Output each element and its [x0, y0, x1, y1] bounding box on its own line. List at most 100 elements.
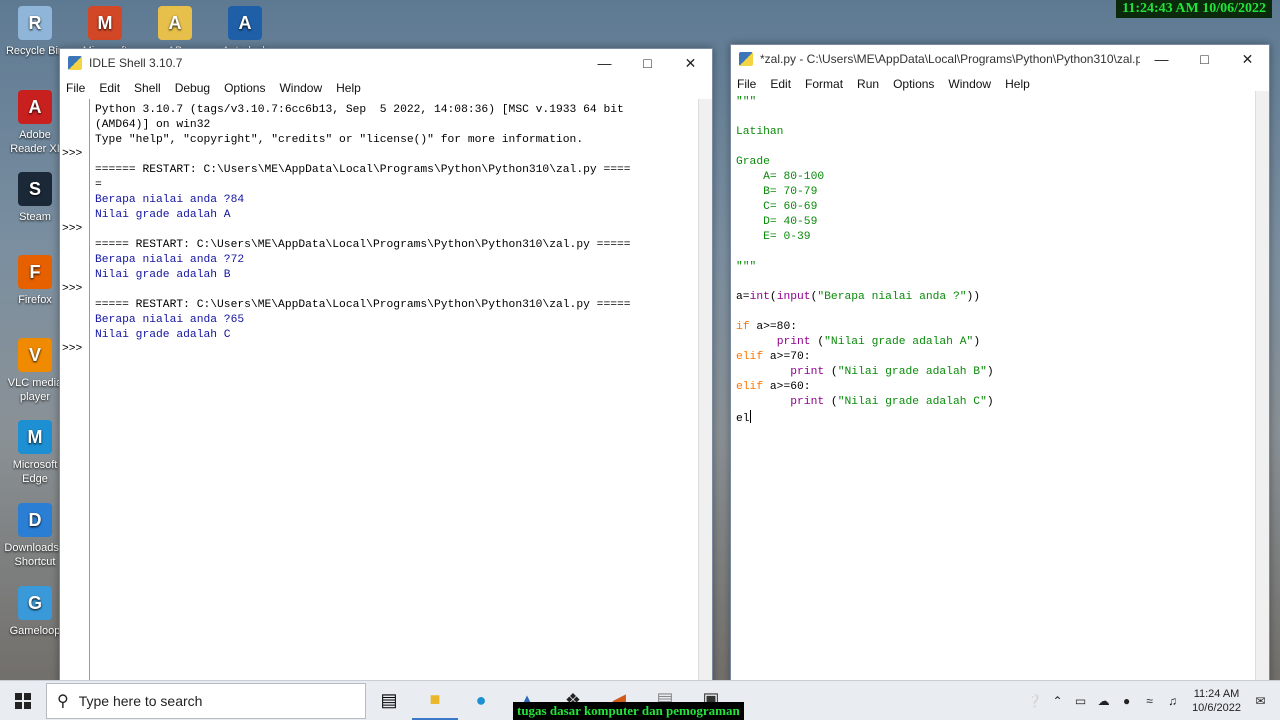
- adobe-reader-icon: A: [18, 90, 52, 124]
- maximize-icon[interactable]: □: [626, 49, 669, 77]
- taskbar-search[interactable]: ⚲ Type here to search: [46, 682, 366, 719]
- editor-titlebar[interactable]: *zal.py - C:\Users\ME\AppData\Local\Prog…: [731, 45, 1269, 73]
- code-token: B= 70-79: [736, 186, 818, 198]
- code-token: elif: [736, 351, 764, 363]
- editor-menu-help[interactable]: Help: [1005, 77, 1030, 91]
- editor-menu-edit[interactable]: Edit: [770, 77, 791, 91]
- idle-shell-window[interactable]: IDLE Shell 3.10.7 — □ ✕ File Edit Shell Deb…: [59, 48, 713, 688]
- shell-menu-edit[interactable]: Edit: [99, 81, 120, 95]
- autodesk-icon: A: [228, 6, 262, 40]
- code-token: """: [736, 261, 757, 273]
- shell-menu-help[interactable]: Help: [336, 81, 361, 95]
- gameloop-icon: G: [18, 586, 52, 620]
- code-token: el: [736, 413, 750, 425]
- wifi-icon[interactable]: ≈: [1138, 694, 1161, 708]
- editor-menu-format[interactable]: Format: [805, 77, 843, 91]
- code-line: print ("Nilai grade adalah C"): [736, 395, 993, 410]
- edge-icon: M: [18, 420, 52, 454]
- shell-menu-shell[interactable]: Shell: [134, 81, 161, 95]
- notification-icon[interactable]: ✉: [1249, 694, 1272, 708]
- code-token: a=: [736, 291, 750, 303]
- shell-line: Nilai grade adalah A: [95, 209, 231, 221]
- start-button[interactable]: [0, 681, 46, 720]
- network-device-icon[interactable]: ▭: [1069, 694, 1092, 708]
- microsoft-powerpoint-icon: M: [88, 6, 122, 40]
- shell-line: Python 3.10.7 (tags/v3.10.7:6cc6b13, Sep…: [95, 104, 624, 116]
- shell-line: ====== RESTART: C:\Users\ME\AppData\Loca…: [95, 164, 631, 176]
- task-view-icon[interactable]: ▤: [366, 681, 412, 720]
- code-line: Latihan: [736, 125, 994, 140]
- shell-line: Type "help", "copyright", "credits" or "…: [95, 134, 584, 146]
- editor-code[interactable]: """ Latihan Grade A= 80-100 B= 70-79 C= …: [736, 95, 994, 427]
- vlc-icon: V: [18, 338, 52, 372]
- code-token: ): [973, 336, 981, 348]
- system-tray: ❔ ⌃ ▭ ☁ ● ≈ ♫ 11:24 AM 10/6/2022 ✉: [1023, 687, 1280, 715]
- shell-title: IDLE Shell 3.10.7: [89, 56, 183, 70]
- editor-code-area[interactable]: """ Latihan Grade A= 80-100 B= 70-79 C= …: [731, 91, 1269, 683]
- shell-menu-window[interactable]: Window: [279, 81, 322, 95]
- code-token: print: [790, 396, 825, 408]
- editor-scrollbar[interactable]: [1255, 91, 1269, 683]
- shell-line: Nilai grade adalah B: [95, 269, 231, 281]
- code-line: if a>=80:: [736, 320, 994, 335]
- shell-line: Berapa nialai anda ?84: [95, 194, 245, 206]
- maximize-icon[interactable]: □: [1183, 45, 1226, 73]
- code-line: B= 70-79: [736, 185, 994, 200]
- shell-titlebar[interactable]: IDLE Shell 3.10.7 — □ ✕: [60, 49, 712, 77]
- overlay-clock: 11:24:43 AM 10/06/2022: [1116, 0, 1272, 18]
- shell-prompt-gutter: >>> >>> >>> >>>: [60, 99, 90, 687]
- shell-line: ===== RESTART: C:\Users\ME\AppData\Local…: [95, 299, 631, 311]
- shell-prompt: >>>: [62, 343, 83, 355]
- code-token: "Berapa nialai anda ?": [817, 291, 967, 303]
- shell-menu-options[interactable]: Options: [224, 81, 265, 95]
- search-icon: ⚲: [57, 692, 69, 710]
- shell-menu-debug[interactable]: Debug: [175, 81, 210, 95]
- volume-icon[interactable]: ♫: [1161, 694, 1184, 708]
- help-icon[interactable]: ❔: [1023, 694, 1046, 708]
- minimize-icon[interactable]: —: [1140, 45, 1183, 73]
- code-token: (: [824, 396, 838, 408]
- code-token: print: [790, 366, 825, 378]
- minimize-icon[interactable]: —: [583, 49, 626, 77]
- chevron-up-icon[interactable]: ⌃: [1046, 694, 1069, 708]
- code-token: elif: [736, 381, 764, 393]
- editor-menu-run[interactable]: Run: [857, 77, 879, 91]
- code-token: ): [986, 366, 994, 378]
- microphone-icon[interactable]: ●: [1115, 694, 1138, 708]
- code-token: if: [736, 321, 750, 333]
- editor-menu-window[interactable]: Window: [948, 77, 991, 91]
- shell-menu-file[interactable]: File: [66, 81, 85, 95]
- edge-icon[interactable]: ●: [458, 681, 504, 720]
- code-line: a=int(input("Berapa nialai anda ?")): [736, 290, 994, 305]
- shell-line: Nilai grade adalah C: [95, 329, 231, 341]
- shell-output-area[interactable]: >>> >>> >>> >>> Python 3.10.7 (tags/v3.10.7…: [60, 99, 712, 687]
- close-icon[interactable]: ✕: [669, 49, 712, 77]
- shell-menubar: File Edit Shell Debug Options Window Help: [60, 77, 712, 99]
- windows-icon: [15, 692, 31, 709]
- shell-text[interactable]: Python 3.10.7 (tags/v3.10.7:6cc6b13, Sep…: [95, 103, 706, 343]
- file-explorer-icon[interactable]: ■: [412, 681, 458, 720]
- code-line: """: [736, 95, 994, 110]
- editor-window[interactable]: *zal.py - C:\Users\ME\AppData\Local\Prog…: [730, 44, 1270, 684]
- taskbar-clock[interactable]: 11:24 AM 10/6/2022: [1192, 687, 1241, 715]
- code-line: E= 0-39: [736, 230, 994, 245]
- code-line: A= 80-100: [736, 170, 994, 185]
- code-line: """: [736, 260, 994, 275]
- steam-icon: S: [18, 172, 52, 206]
- cloud-icon[interactable]: ☁: [1092, 694, 1115, 708]
- code-token: (: [769, 291, 777, 303]
- code-token: C= 60-69: [736, 201, 818, 213]
- close-icon[interactable]: ✕: [1226, 45, 1269, 73]
- code-line: D= 40-59: [736, 215, 994, 230]
- editor-menu-options[interactable]: Options: [893, 77, 934, 91]
- shell-scrollbar[interactable]: [698, 99, 712, 687]
- editor-menu-file[interactable]: File: [737, 77, 756, 91]
- code-token: """: [736, 96, 757, 108]
- video-caption: tugas dasar komputer dan pemograman: [513, 702, 744, 720]
